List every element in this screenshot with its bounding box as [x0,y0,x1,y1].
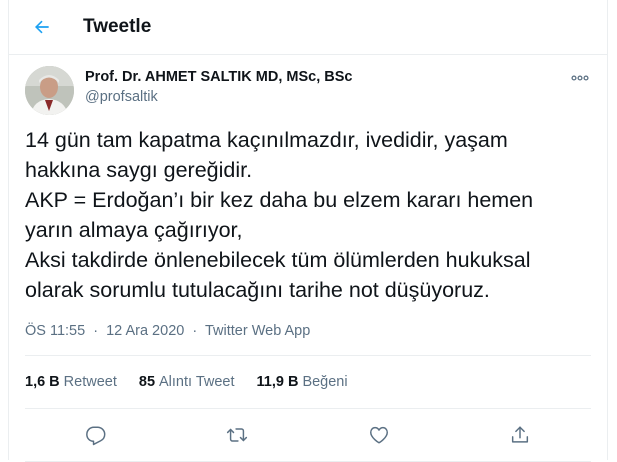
back-button[interactable] [23,8,61,46]
retweet-count[interactable]: 1,6 B Retweet [25,374,117,390]
tweet-detail-panel: Tweetle Prof. Dr. AHMET SALTIK MD, MSc, … [8,0,608,462]
heart-icon [369,426,388,444]
stat-count: 11,9 B [256,374,299,390]
stat-count: 85 [138,374,156,390]
share-button[interactable] [502,417,538,453]
tweet-stats: 1,6 B Retweet 85 Alıntı Tweet 11,9 B Beğeni [25,356,591,409]
more-dots-icon [571,75,589,81]
avatar[interactable] [25,66,74,115]
arrow-left-icon [35,20,49,34]
meta-separator: · [93,323,99,339]
tweet-line: yarın almaya çağırıyor, [25,218,243,242]
reply-icon [85,426,106,446]
stat-count: 1,6 B [25,374,60,390]
tweet-text: 14 gün tam kapatma kaçınılmazdır, ivedid… [9,125,607,305]
avatar-image [25,66,74,115]
author-info: Prof. Dr. AHMET SALTIK MD, MSc, BSc @pro… [85,68,352,107]
share-icon [512,426,529,443]
stat-label: Beğeni [302,374,348,390]
stat-label: Retweet [63,374,117,390]
meta-separator: · [192,323,198,339]
tweet-meta: ÖS 11:55 · 12 Ara 2020 · Twitter Web App [25,321,591,356]
tweet-line: olarak sorumlu tutulacağını tarihe not d… [25,278,490,302]
tweet-line: hakkına saygı gereğidir. [25,158,253,182]
quote-tweet-count[interactable]: 85 Alıntı Tweet [139,374,235,390]
retweet-icon [227,428,248,442]
author-name[interactable]: Prof. Dr. AHMET SALTIK MD, MSc, BSc [85,68,352,87]
reply-button[interactable] [78,417,114,453]
author-handle[interactable]: @profsaltik [85,88,352,107]
like-button[interactable] [361,417,397,453]
tweet-line: Aksi takdirde önlenebilecek tüm ölümlerd… [25,248,531,272]
more-options-button[interactable] [567,68,593,88]
stat-label: Alıntı Tweet [159,374,235,390]
retweet-button[interactable] [219,417,255,453]
tweet-line: AKP = Erdoğan’ı bir kez daha bu elzem ka… [25,188,534,212]
header-bar: Tweetle [9,0,607,55]
tweet-date[interactable]: 12 Ara 2020 [106,323,184,339]
tweet-actions [25,409,591,462]
tweet-line: 14 gün tam kapatma kaçınılmazdır, ivedid… [25,128,508,152]
page-title: Tweetle [83,16,152,37]
tweet-author: Prof. Dr. AHMET SALTIK MD, MSc, BSc @pro… [9,55,607,115]
tweet-time[interactable]: ÖS 11:55 [25,323,85,339]
like-count[interactable]: 11,9 B Beğeni [257,374,348,390]
tweet-source[interactable]: Twitter Web App [205,323,310,339]
